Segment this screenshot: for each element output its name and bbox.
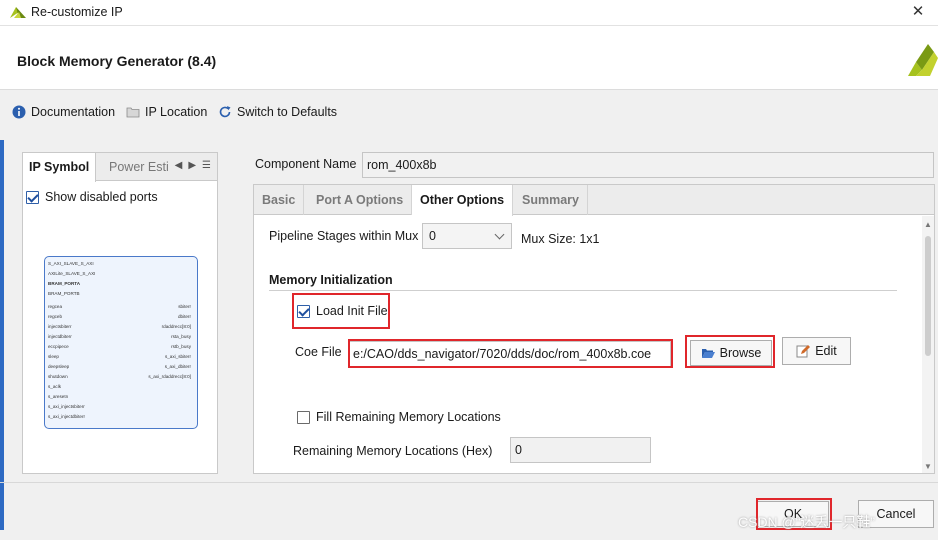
tab-summary[interactable]: Summary — [514, 185, 588, 215]
edit-label: Edit — [815, 344, 837, 358]
tab-nav: ◀ ▶ ☰ — [175, 160, 211, 171]
mux-size-label: Mux Size: 1x1 — [521, 232, 600, 246]
symbol-port: sbiterr — [178, 304, 191, 309]
ip-symbol-panel: IP Symbol Power Esti ◀ ▶ ☰ Show disabled… — [22, 152, 218, 474]
tab-menu-icon[interactable]: ☰ — [202, 160, 211, 171]
symbol-port: s_axi_rdaddrecc[8:0] — [148, 374, 191, 379]
edit-button[interactable]: Edit — [782, 337, 851, 365]
show-disabled-ports-label: Show disabled ports — [45, 190, 158, 204]
symbol-port: eccpipece — [48, 344, 69, 349]
section-divider — [269, 290, 897, 291]
highlight-box — [685, 335, 775, 368]
symbol-port: regceb — [48, 314, 63, 319]
ip-location-label: IP Location — [145, 105, 208, 119]
symbol-port: injectdbiterr — [48, 334, 72, 339]
scroll-thumb[interactable] — [925, 236, 931, 356]
ip-location-button[interactable]: IP Location — [126, 105, 207, 119]
close-button[interactable]: ✕ — [898, 0, 938, 26]
left-edge-strip — [0, 140, 4, 530]
tab-other-options[interactable]: Other Options — [412, 185, 514, 216]
tab-ip-symbol[interactable]: IP Symbol — [23, 153, 97, 182]
vertical-scrollbar[interactable]: ▲ ▼ — [922, 216, 934, 473]
remaining-locations-label: Remaining Memory Locations (Hex) — [293, 444, 493, 458]
highlight-box — [348, 339, 673, 368]
chevron-down-icon — [494, 229, 505, 240]
folder-icon — [126, 107, 140, 118]
info-icon — [12, 105, 26, 119]
symbol-port: s_axi_dbiterr — [164, 364, 191, 369]
checkbox-icon[interactable] — [26, 190, 39, 204]
vivado-logo-icon — [10, 5, 26, 22]
pipeline-stages-select[interactable]: 0 — [422, 223, 512, 249]
options-tabpanel: Basic Port A Options Other Options Summa… — [253, 184, 935, 474]
component-name-label: Component Name — [255, 157, 357, 171]
symbol-interface: S_AXI_SLAVE_S_AXI — [48, 261, 94, 266]
symbol-port: s_axi_injectsbiterr — [48, 404, 85, 409]
checkbox-icon[interactable] — [297, 304, 310, 318]
tab-power-estimation[interactable]: Power Esti — [103, 153, 175, 181]
cancel-label: Cancel — [876, 507, 916, 521]
symbol-port: sleep — [48, 354, 59, 359]
symbol-port: regcea — [48, 304, 63, 309]
symbol-interface: BRAM_PORTB — [48, 291, 80, 296]
window-titlebar: Re-customize IP ✕ — [0, 0, 938, 26]
brand-logo-icon — [908, 44, 938, 79]
symbol-port: rdaddrecc[8:0] — [161, 324, 191, 329]
tab-basic[interactable]: Basic — [254, 185, 305, 215]
documentation-label: Documentation — [31, 105, 116, 119]
dialog-header: Block Memory Generator (8.4) — [0, 26, 938, 90]
tab-left-arrow-icon[interactable]: ◀ — [175, 160, 183, 171]
switch-defaults-button[interactable]: Switch to Defaults — [218, 105, 337, 119]
options-tabs: Basic Port A Options Other Options Summa… — [254, 185, 934, 216]
symbol-port: s_axi_injectdbiterr — [48, 414, 86, 419]
ip-title: Block Memory Generator (8.4) — [17, 53, 217, 69]
symbol-port: shutdown — [48, 374, 68, 379]
documentation-button[interactable]: Documentation — [12, 105, 115, 119]
coe-file-label: Coe File — [295, 345, 342, 359]
symbol-port: injectsbiterr — [48, 324, 72, 329]
watermark-text: CSDN @“迷丢一只鞋” — [738, 514, 876, 530]
symbol-interface: BRAM_PORTA — [48, 281, 81, 286]
tab-port-a-options[interactable]: Port A Options — [308, 185, 413, 215]
memory-init-title: Memory Initialization — [269, 273, 393, 287]
symbol-port: rsta_busy — [171, 334, 191, 339]
load-init-file-checkbox[interactable]: Load Init File — [297, 304, 388, 318]
window-title: Re-customize IP — [31, 5, 123, 19]
pipeline-stages-value: 0 — [429, 229, 436, 243]
tab-right-arrow-icon[interactable]: ▶ — [188, 160, 196, 171]
symbol-port: s_aresetn — [48, 394, 69, 399]
symbol-interface: AXILite_SLAVE_S_AXI — [48, 271, 96, 276]
remaining-locations-field[interactable]: 0 — [510, 437, 651, 463]
checkbox-icon[interactable] — [297, 410, 310, 424]
left-tabs: IP Symbol Power Esti ◀ ▶ ☰ — [23, 153, 217, 182]
fill-remaining-label: Fill Remaining Memory Locations — [316, 410, 501, 424]
symbol-port: rstb_busy — [171, 344, 191, 349]
symbol-port: s_axi_sbiterr — [164, 354, 191, 359]
symbol-port: dbiterr — [177, 314, 191, 319]
footer-divider — [0, 482, 938, 483]
scroll-up-icon[interactable]: ▲ — [924, 220, 932, 229]
component-name-field[interactable]: rom_400x8b — [362, 152, 934, 178]
switch-defaults-label: Switch to Defaults — [237, 105, 338, 119]
show-disabled-ports-checkbox[interactable]: Show disabled ports — [26, 190, 158, 204]
fill-remaining-checkbox[interactable]: Fill Remaining Memory Locations — [297, 410, 501, 424]
toolbar: Documentation IP Location Switch to Defa… — [0, 91, 938, 135]
pipeline-stages-label: Pipeline Stages within Mux — [269, 229, 419, 243]
load-init-file-label: Load Init File — [316, 304, 388, 318]
refresh-icon — [219, 106, 231, 118]
ip-symbol-diagram: S_AXI_SLAVE_S_AXI AXILite_SLAVE_S_AXI BR… — [44, 256, 198, 429]
symbol-port: deepsleep — [48, 364, 70, 369]
symbol-port: s_aclk — [48, 384, 62, 389]
edit-icon — [796, 345, 811, 358]
scroll-down-icon[interactable]: ▼ — [924, 462, 932, 471]
